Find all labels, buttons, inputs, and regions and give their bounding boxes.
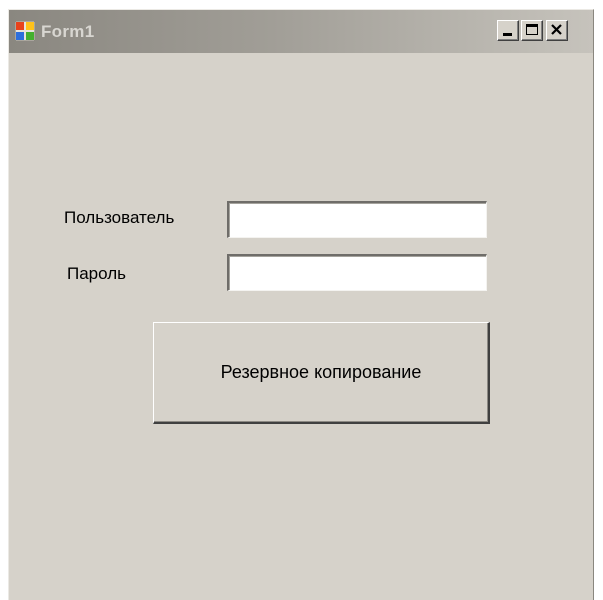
- windows-forms-app-icon: [15, 21, 35, 41]
- title-bar[interactable]: Form1: [9, 10, 593, 53]
- minimize-button[interactable]: [497, 20, 519, 41]
- window-title: Form1: [41, 22, 95, 41]
- user-label: Пользователь: [64, 208, 175, 227]
- user-input[interactable]: [227, 201, 487, 238]
- minimize-icon: [503, 33, 512, 36]
- password-input[interactable]: [227, 254, 487, 291]
- close-icon: [551, 24, 562, 35]
- maximize-icon: [526, 24, 538, 35]
- form1-window: Form1 Пользователь Пароль Резервное копи…: [8, 9, 594, 600]
- maximize-button[interactable]: [521, 20, 543, 41]
- backup-button[interactable]: Резервное копирование: [153, 322, 490, 424]
- password-label: Пароль: [67, 264, 126, 283]
- close-button[interactable]: [546, 20, 568, 41]
